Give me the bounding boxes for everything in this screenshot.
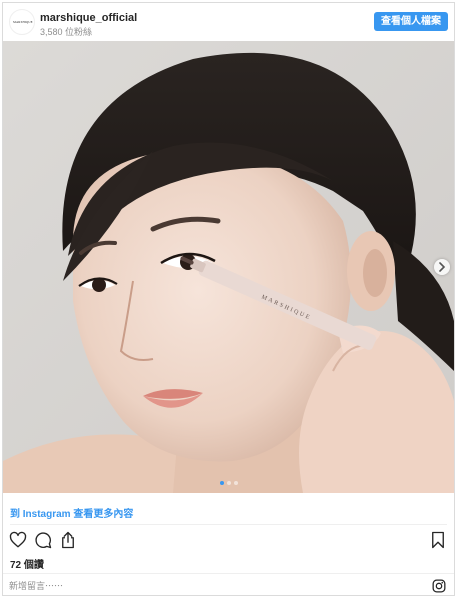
post-header: MARSHIQUE marshique_official 3,580 位粉絲 查… xyxy=(3,3,454,41)
chevron-right-icon xyxy=(439,262,446,272)
divider xyxy=(3,573,454,574)
follower-count: 3,580 位粉絲 xyxy=(40,27,93,37)
instagram-embed-card: MARSHIQUE marshique_official 3,580 位粉絲 查… xyxy=(2,2,455,596)
carousel-next-button[interactable] xyxy=(434,259,450,275)
portrait-image: MARSHIQUE xyxy=(3,41,454,493)
avatar-logo-text: MARSHIQUE xyxy=(13,20,33,24)
avatar[interactable]: MARSHIQUE xyxy=(9,9,35,35)
heart-icon[interactable] xyxy=(9,531,27,549)
bookmark-icon[interactable] xyxy=(430,531,446,549)
post-photo[interactable]: MARSHIQUE xyxy=(3,41,454,493)
like-count: 72 個讚 xyxy=(10,560,44,571)
action-bar xyxy=(3,527,454,555)
carousel-indicator xyxy=(3,481,454,485)
comment-icon[interactable] xyxy=(34,531,52,549)
add-comment-input[interactable] xyxy=(9,577,409,595)
carousel-dot xyxy=(233,481,238,485)
instagram-logo-icon[interactable] xyxy=(432,579,446,593)
carousel-dot xyxy=(226,481,231,485)
share-icon[interactable] xyxy=(59,531,77,549)
carousel-dot-active xyxy=(219,481,224,485)
view-more-link[interactable]: 到 Instagram 查看更多內容 xyxy=(10,505,133,520)
username[interactable]: marshique_official xyxy=(40,12,137,24)
divider xyxy=(10,524,447,525)
view-profile-button[interactable]: 查看個人檔案 xyxy=(374,12,448,31)
